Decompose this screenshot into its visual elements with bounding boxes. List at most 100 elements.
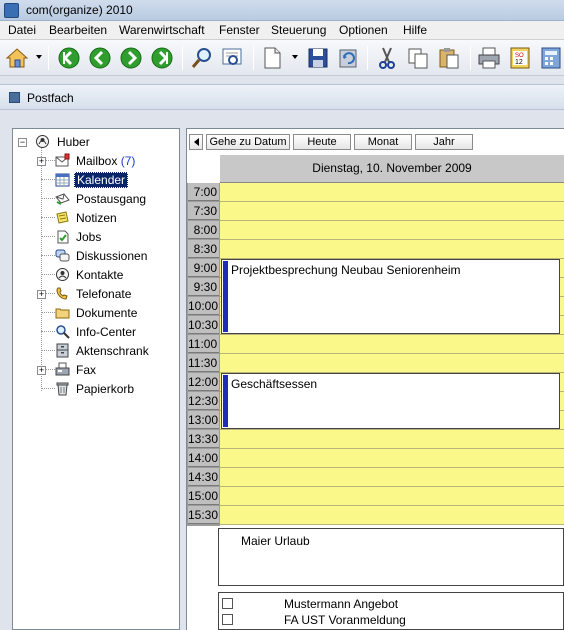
tree-item-dokumente[interactable]: Dokumente [13, 304, 173, 322]
time-slot[interactable] [220, 506, 564, 525]
discussion-icon [55, 248, 70, 263]
folder-tree[interactable]: − Huber + Mailbox (7) Kalender Postausga… [12, 128, 180, 630]
time-label: 7:30 [188, 202, 219, 220]
tree-item-kalender[interactable]: Kalender [13, 171, 173, 189]
triangle-left-icon [193, 138, 199, 146]
copy-icon[interactable] [405, 45, 431, 71]
expand-icon[interactable]: + [37, 290, 46, 299]
month-button[interactable]: Monat [354, 134, 412, 150]
time-slot[interactable] [220, 240, 564, 259]
time-slot[interactable] [220, 487, 564, 506]
allday-event[interactable]: Maier Urlaub [241, 534, 310, 548]
appointment[interactable]: Geschäftsessen [221, 373, 560, 429]
tree-item-fax[interactable]: + Fax [13, 361, 173, 379]
window-title: com(organize) 2010 [26, 3, 133, 17]
refresh-icon[interactable] [335, 45, 361, 71]
expand-icon[interactable]: + [37, 157, 46, 166]
contacts-icon [55, 267, 70, 282]
task-item[interactable]: Mustermann Angebot [219, 595, 559, 612]
menu-datei[interactable]: Datei [8, 23, 36, 37]
tree-item-diskussionen[interactable]: Diskussionen [13, 247, 173, 265]
preview-icon[interactable] [219, 45, 245, 71]
toolbar: SO 12 [0, 40, 564, 76]
new-dropdown-icon[interactable] [292, 55, 298, 59]
tree-item-label: Notizen [76, 211, 117, 225]
folder-icon [55, 305, 70, 320]
task-item[interactable]: FA UST Voranmeldung [219, 611, 559, 628]
time-slot[interactable] [220, 221, 564, 240]
tree-item-label: Diskussionen [76, 249, 148, 263]
time-slot[interactable] [220, 183, 564, 202]
back-icon[interactable] [56, 45, 82, 71]
task-checkbox[interactable] [222, 614, 233, 625]
print-icon[interactable] [476, 45, 502, 71]
time-slot[interactable] [220, 354, 564, 373]
menu-bearbeiten[interactable]: Bearbeiten [49, 23, 107, 37]
tree-item-notizen[interactable]: Notizen [13, 209, 173, 227]
tree-item-label: Aktenschrank [76, 344, 149, 358]
forward-icon[interactable] [118, 45, 144, 71]
year-button[interactable]: Jahr [415, 134, 473, 150]
unread-count: (7) [120, 154, 136, 168]
forward-alt-icon[interactable] [149, 45, 175, 71]
menu-steuerung[interactable]: Steuerung [271, 23, 326, 37]
menu-fenster[interactable]: Fenster [219, 23, 260, 37]
tree-root[interactable]: − Huber [13, 133, 173, 151]
collapse-icon[interactable]: − [18, 138, 27, 147]
day-header[interactable]: Dienstag, 10. November 2009 [220, 155, 564, 183]
cut-icon[interactable] [374, 45, 400, 71]
search-icon[interactable] [189, 45, 215, 71]
scroll-left-button[interactable] [189, 134, 203, 150]
cabinet-icon [55, 343, 70, 358]
task-checkbox[interactable] [222, 598, 233, 609]
new-document-icon[interactable] [259, 45, 285, 71]
tree-item-aktenschrank[interactable]: Aktenschrank [13, 342, 173, 360]
save-icon[interactable] [305, 45, 331, 71]
appointment-bar [223, 375, 228, 427]
tree-item-kontakte[interactable]: Kontakte [13, 266, 173, 284]
tree-item-papierkorb[interactable]: Papierkorb [13, 380, 173, 398]
task-list: Mustermann Angebot FA UST Voranmeldung [218, 592, 564, 630]
time-label: 13:30 [188, 430, 219, 448]
goto-date-button[interactable]: Gehe zu Datum [206, 134, 290, 150]
svg-text:12: 12 [515, 59, 523, 66]
time-label: 10:00 [188, 297, 219, 315]
today-button[interactable]: Heute [293, 134, 351, 150]
back-alt-icon[interactable] [87, 45, 113, 71]
time-label: 9:30 [188, 278, 219, 296]
menu-hilfe[interactable]: Hilfe [403, 23, 427, 37]
tree-item-postausgang[interactable]: Postausgang [13, 190, 173, 208]
time-slot[interactable] [220, 202, 564, 221]
appointment[interactable]: Projektbesprechung Neubau Seniorenheim [221, 259, 560, 334]
allday-events[interactable]: Maier Urlaub [218, 528, 564, 586]
tree-item-info-center[interactable]: Info-Center [13, 323, 173, 341]
time-label: 10:30 [188, 316, 219, 334]
time-slot[interactable] [220, 468, 564, 487]
tree-item-jobs[interactable]: Jobs [13, 228, 173, 246]
notes-icon [55, 210, 70, 225]
tree-item-telefonate[interactable]: + Telefonate [13, 285, 173, 303]
expand-icon[interactable]: + [37, 366, 46, 375]
time-label: 15:00 [188, 487, 219, 505]
time-slot[interactable] [220, 449, 564, 468]
calculator-icon[interactable] [538, 45, 564, 71]
panel-icon [9, 92, 20, 103]
menu-optionen[interactable]: Optionen [339, 23, 388, 37]
app-icon [4, 3, 19, 18]
toolbar-separator [182, 46, 183, 70]
tree-item-mailbox[interactable]: + Mailbox (7) [13, 152, 173, 170]
time-slot[interactable] [220, 430, 564, 449]
menu-warenwirtschaft[interactable]: Warenwirtschaft [119, 23, 205, 37]
time-label: 13:00 [188, 411, 219, 429]
home-icon[interactable] [4, 45, 30, 71]
appointment-bar [223, 261, 228, 332]
task-title: FA UST Voranmeldung [284, 613, 406, 627]
time-label: 14:30 [188, 468, 219, 486]
home-dropdown-icon[interactable] [36, 55, 42, 59]
paste-icon[interactable] [436, 45, 462, 71]
tree-item-label: Mailbox [76, 154, 118, 168]
menu-bar: Datei Bearbeiten Warenwirtschaft Fenster… [0, 21, 564, 40]
calendar-icon[interactable]: SO 12 [507, 45, 533, 71]
tree-item-label: Telefonate [76, 287, 132, 301]
time-slot[interactable] [220, 335, 564, 354]
